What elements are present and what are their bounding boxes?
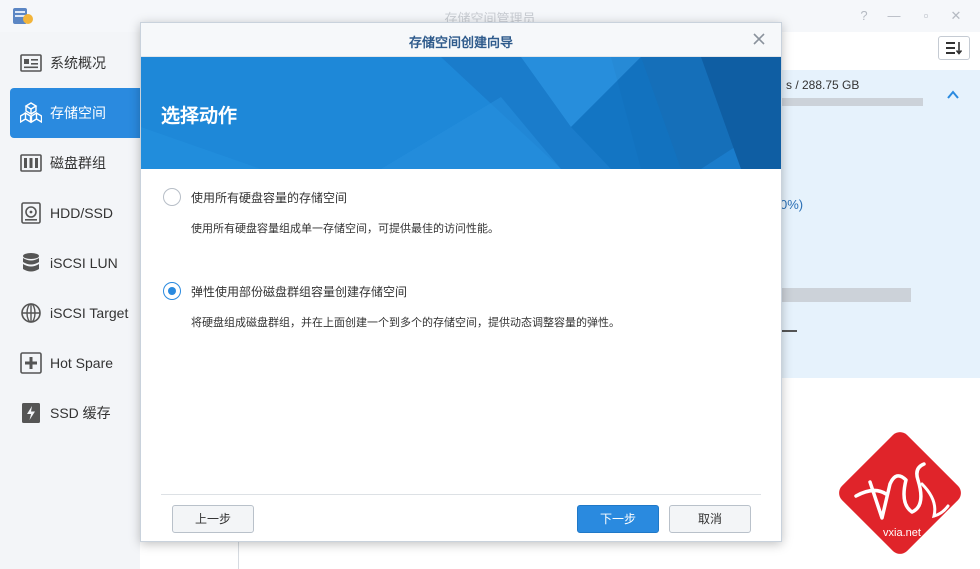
footer-divider [161, 494, 761, 495]
sidebar-item-label: 存储空间 [50, 105, 106, 121]
next-button[interactable]: 下一步 [577, 505, 659, 533]
option-description: 将硬盘组成磁盘群组，并在上面创建一个到多个的存储空间，提供动态调整容量的弹性。 [191, 317, 620, 329]
disk-group-icon [20, 154, 42, 172]
sidebar-item-label: HDD/SSD [50, 205, 114, 221]
radio-use-all-disks[interactable] [163, 188, 181, 206]
sidebar-item-label: SSD 缓存 [50, 405, 111, 421]
overview-icon [20, 54, 42, 72]
modal-title: 存储空间创建向导 [408, 35, 513, 50]
hdd-icon [21, 202, 41, 224]
volume-panel: s / 288.75 GB 0%) [780, 70, 980, 378]
option-label: 弹性使用部份磁盘群组容量创建存储空间 [191, 285, 408, 299]
radio-flexible-disk-group[interactable] [163, 282, 181, 300]
close-icon[interactable]: ✕ [948, 8, 964, 24]
step-title: 选择动作 [161, 106, 238, 127]
divider-line [780, 330, 797, 332]
capacity-text: s / 288.75 GB [786, 78, 860, 92]
collapse-chevron-icon[interactable] [946, 88, 960, 102]
prev-button[interactable]: 上一步 [172, 505, 254, 533]
hot-spare-icon [20, 352, 42, 374]
sidebar-item-iscsi-target[interactable]: iSCSI Target [10, 288, 145, 338]
sidebar-item-storage[interactable]: 存储空间 [10, 88, 145, 138]
sidebar-item-label: Hot Spare [50, 355, 114, 371]
storage-cubes-icon [20, 102, 42, 124]
sidebar-item-hdd-ssd[interactable]: HDD/SSD [10, 188, 145, 238]
cancel-button[interactable]: 取消 [669, 505, 751, 533]
percent-text: 0%) [780, 197, 804, 212]
watermark-text: vxia.net [883, 527, 921, 539]
pin-icon[interactable]: — [886, 8, 902, 24]
capacity-bar [780, 98, 923, 106]
ssd-cache-icon [22, 403, 40, 423]
sidebar-item-hot-spare[interactable]: Hot Spare [10, 338, 145, 388]
sidebar-item-label: 系统概况 [50, 55, 106, 71]
sidebar-item-ssd-cache[interactable]: SSD 缓存 [10, 388, 145, 438]
sort-icon [946, 42, 963, 55]
divider [238, 540, 239, 569]
sort-button[interactable] [938, 36, 970, 60]
option-flexible-disk-group[interactable]: 弹性使用部份磁盘群组容量创建存储空间 将硬盘组成磁盘群组，并在上面创建一个到多个… [161, 282, 761, 332]
sidebar-item-label: iSCSI LUN [50, 255, 118, 271]
sidebar-item-disk-group[interactable]: 磁盘群组 [10, 138, 145, 188]
modal-header: 存储空间创建向导 [141, 23, 781, 57]
create-storage-wizard: 存储空间创建向导 选择动作 使用所有硬盘容量的存储空间 使用所有硬盘容量组成单一… [140, 22, 782, 542]
sidebar-item-label: 磁盘群组 [50, 155, 106, 171]
database-icon [23, 253, 39, 272]
minimize-icon[interactable]: ▫ [918, 8, 934, 24]
wizard-banner: 选择动作 [141, 57, 781, 169]
help-icon[interactable]: ? [856, 8, 872, 24]
sidebar-item-overview[interactable]: 系统概况 [10, 38, 145, 88]
option-label: 使用所有硬盘容量的存储空间 [191, 191, 348, 205]
option-description: 使用所有硬盘容量组成单一存储空间，可提供最佳的访问性能。 [191, 223, 499, 235]
sidebar: 系统概况 存储空间 磁盘群组 HDD/SSD iSCSI LUN iSCSI T… [0, 32, 145, 569]
sidebar-item-label: iSCSI Target [50, 305, 129, 321]
usage-bar [780, 288, 911, 302]
sidebar-item-iscsi-lun[interactable]: iSCSI LUN [10, 238, 145, 288]
watermark-logo: vxia.net [839, 432, 961, 554]
globe-icon [21, 303, 41, 323]
option-use-all-disks[interactable]: 使用所有硬盘容量的存储空间 使用所有硬盘容量组成单一存储空间，可提供最佳的访问性… [161, 188, 761, 238]
close-icon[interactable] [751, 31, 767, 47]
